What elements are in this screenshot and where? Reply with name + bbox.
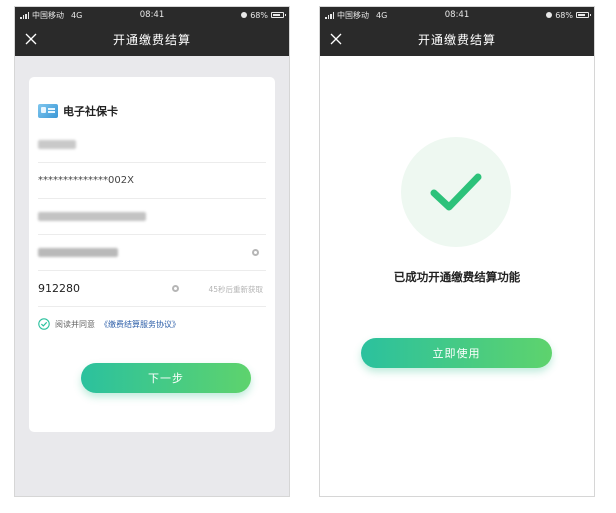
phone-value-redacted [38, 248, 118, 257]
bank-card-value-redacted [38, 212, 146, 221]
network-label: 4G [376, 10, 388, 20]
carrier-label: 中国移动 [337, 10, 369, 20]
bank-card-field[interactable] [38, 199, 266, 235]
agree-prefix: 阅读并同意 [55, 319, 95, 329]
verification-code-field[interactable]: 912280 45秒后重新获取 [38, 271, 266, 307]
next-step-button[interactable]: 下一步 [81, 363, 251, 393]
signal-icon [20, 12, 29, 19]
checkmark-icon [430, 173, 482, 211]
signal-icon [325, 12, 334, 19]
checkbox-checked-icon[interactable] [38, 318, 50, 330]
success-badge [401, 137, 511, 247]
success-message: 已成功开通缴费结算功能 [393, 270, 521, 284]
page-title: 开通缴费结算 [112, 33, 191, 47]
agreement-row: 阅读并同意 《缴费结算服务协议》 [38, 318, 180, 330]
form-card: 电子社保卡 **************002X 912280 45秒后重新获取… [29, 77, 275, 432]
page-title: 开通缴费结算 [417, 33, 496, 47]
phone-number-field[interactable] [38, 235, 266, 271]
close-icon[interactable] [328, 31, 344, 47]
id-number-value: **************002X [38, 175, 134, 186]
phone-screen-form: 中国移动 4G 08:41 68% 开通缴费结算 电子社保卡 *********… [14, 6, 290, 497]
verification-code-value: 912280 [38, 282, 80, 295]
name-field[interactable] [38, 127, 266, 163]
nav-bar: 开通缴费结算 [320, 23, 594, 56]
alarm-icon [546, 12, 553, 18]
battery-icon [576, 12, 591, 18]
status-bar: 中国移动 4G 08:41 68% [320, 7, 594, 23]
status-time: 08:41 [139, 10, 165, 20]
battery-percent: 68% [555, 10, 573, 20]
alarm-icon [241, 12, 248, 18]
name-value-redacted [38, 140, 76, 149]
carrier-label: 中国移动 [32, 10, 64, 20]
network-label: 4G [71, 10, 83, 20]
status-time: 08:41 [444, 10, 470, 20]
close-icon[interactable] [23, 31, 39, 47]
status-bar: 中国移动 4G 08:41 68% [15, 7, 289, 23]
clear-code-icon[interactable] [172, 285, 179, 292]
social-security-card-icon [38, 104, 58, 118]
card-title: 电子社保卡 [63, 105, 118, 118]
resend-code-button[interactable]: 45秒后重新获取 [208, 284, 263, 295]
use-now-button[interactable]: 立即使用 [361, 338, 552, 368]
agreement-link[interactable]: 《缴费结算服务协议》 [100, 319, 180, 330]
clear-icon[interactable] [252, 249, 259, 256]
battery-icon [271, 12, 286, 18]
nav-bar: 开通缴费结算 [15, 23, 289, 56]
battery-percent: 68% [250, 10, 268, 20]
card-header: 电子社保卡 [38, 103, 118, 119]
phone-screen-success: 中国移动 4G 08:41 68% 开通缴费结算 已成功开通缴费结算功能 立即使… [319, 6, 595, 497]
id-number-field[interactable]: **************002X [38, 163, 266, 199]
